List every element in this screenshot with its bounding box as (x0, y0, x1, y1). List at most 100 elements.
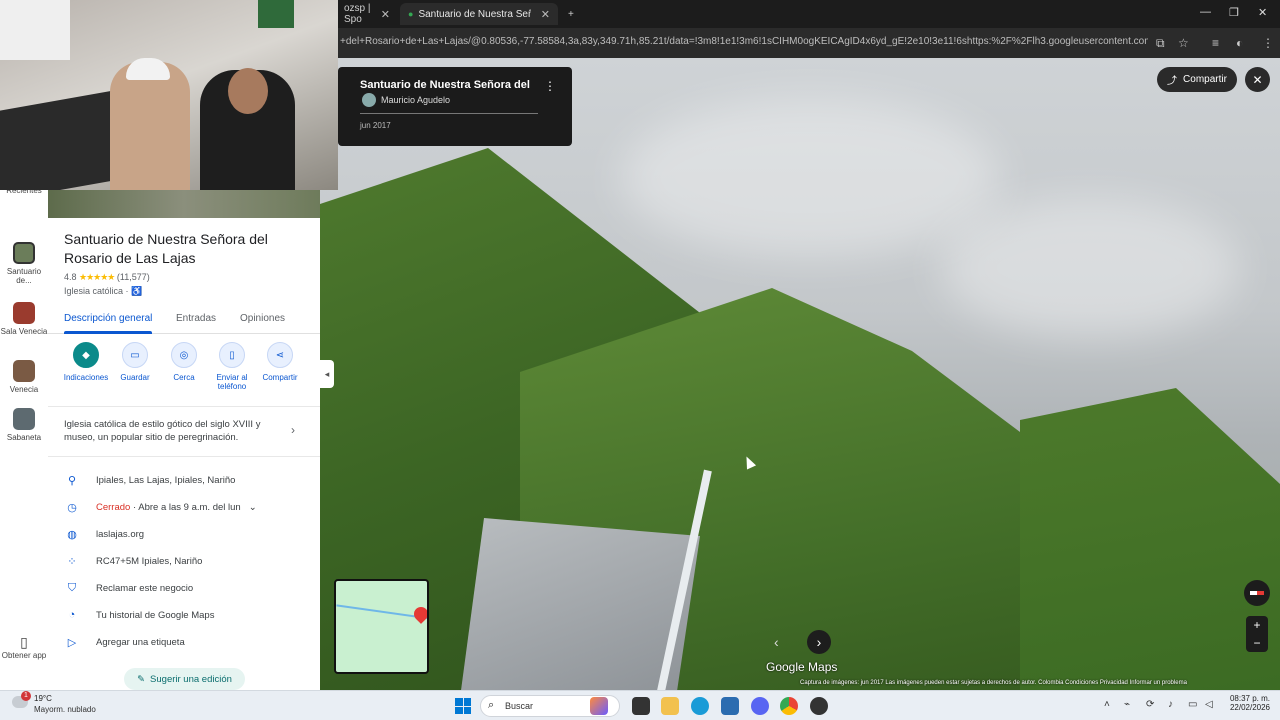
rail-label: Sabaneta (6, 433, 42, 442)
action-label: Enviar al teléfono (216, 373, 248, 391)
rail-item-sala-venecia[interactable]: Sala Venecia (0, 302, 48, 336)
save-button[interactable]: ▭ Guardar (109, 342, 161, 382)
file-explorer-icon[interactable] (661, 697, 679, 715)
place-thumbnail (13, 408, 35, 430)
task-view-icon[interactable] (632, 697, 650, 715)
divider (48, 406, 320, 407)
rail-label: Obtener app (1, 651, 47, 660)
place-description[interactable]: Iglesia católica de estilo gótico del si… (64, 418, 279, 444)
directions-button[interactable]: ◆ Indicaciones (60, 342, 112, 382)
more-menu-icon[interactable]: ⋮ (1262, 36, 1274, 50)
share-place-button[interactable]: ⋖ Compartir (254, 342, 306, 382)
compass-icon[interactable] (1244, 580, 1270, 606)
rail-item-santuario[interactable]: Santuario de... (0, 242, 48, 285)
address-row[interactable]: ⚲ Ipiales, Las Lajas, Ipiales, Nariño (48, 472, 320, 492)
profile-avatar[interactable]: ◐ (1236, 36, 1243, 50)
chevron-right-icon[interactable]: › (291, 423, 295, 437)
zoom-in-button[interactable]: + (1246, 616, 1268, 634)
mini-map[interactable] (334, 579, 429, 674)
discord-icon[interactable] (751, 697, 769, 715)
attribution-text: Captura de imágenes: jun 2017 Las imágen… (800, 680, 1187, 686)
send-to-phone-button[interactable]: ▯ Enviar al teléfono (206, 342, 258, 391)
phone-icon: ▯ (20, 634, 28, 650)
place-thumbnail (13, 360, 35, 382)
address-text: Ipiales, Las Lajas, Ipiales, Nariño (96, 475, 236, 486)
bookmark-star-icon[interactable]: ☆ (1178, 36, 1189, 50)
edge-icon[interactable] (691, 697, 709, 715)
next-arrow-button[interactable]: › (807, 630, 831, 654)
maximize-icon[interactable]: ❐ (1229, 6, 1239, 19)
tab-opiniones[interactable]: Opiniones (240, 313, 285, 324)
rail-label: Santuario de... (6, 267, 42, 285)
window-close-icon[interactable]: ✕ (1258, 6, 1267, 19)
media-control-icon[interactable]: ≡ (1212, 36, 1219, 50)
widgets-app-icon[interactable] (590, 697, 608, 715)
zoom-out-button[interactable]: − (1246, 634, 1268, 652)
rail-item-sabaneta[interactable]: Sabaneta (0, 408, 48, 442)
tab-label: Santuario de Nuestra Señora d (418, 8, 531, 20)
app-icon[interactable] (810, 697, 828, 715)
action-buttons: ◆ Indicaciones ▭ Guardar ◎ Cerca ▯ Envia… (48, 342, 320, 400)
pencil-icon: ✎ (137, 673, 146, 685)
author-name[interactable]: Mauricio Agudelo (381, 95, 450, 105)
minimize-icon[interactable]: — (1200, 6, 1211, 18)
collapse-panel-button[interactable]: ◂ (320, 360, 334, 388)
cloud (620, 98, 1000, 258)
history-text: Tu historial de Google Maps (96, 610, 215, 621)
microphone-icon[interactable]: ♪ (1168, 699, 1173, 710)
store-icon[interactable] (721, 697, 739, 715)
install-app-icon[interactable]: ⧉ (1156, 36, 1165, 51)
suggest-edit-button[interactable]: ✎ Sugerir una edición (124, 668, 245, 690)
website-text: laslajas.org (96, 529, 145, 540)
windows-start-icon[interactable] (455, 698, 471, 714)
share-button[interactable]: ⤴ Compartir (1157, 67, 1237, 92)
claim-text: Reclamar este negocio (96, 583, 194, 594)
volume-icon[interactable]: ◁ (1205, 699, 1213, 710)
add-label-row[interactable]: ▷ Agregar una etiqueta (48, 634, 320, 654)
notification-badge: 1 (21, 691, 31, 701)
webcam-overlay (0, 0, 338, 190)
zoom-control[interactable]: + − (1246, 616, 1268, 652)
rating-row[interactable]: 4.8 ★★★★★ (11,577) (64, 272, 150, 283)
more-options-icon[interactable]: ⋮ (544, 79, 556, 93)
action-label: Cerca (173, 373, 195, 382)
system-clock[interactable]: 08:37 p. m. 22/02/2026 (1224, 694, 1270, 712)
browser-tab[interactable]: ozsp | Spo ✕ (336, 3, 398, 25)
prev-arrow-icon[interactable]: ‹ (774, 634, 779, 650)
hours-text: Cerrado · Abre a las 9 a.m. del lun ⌄ (96, 502, 257, 513)
place-hero-image[interactable] (48, 190, 320, 218)
nearby-button[interactable]: ◎ Cerca (158, 342, 210, 382)
monitor-icon[interactable]: ▭ (1188, 699, 1197, 710)
shield-icon: ⛉ (67, 582, 77, 594)
divider (360, 113, 538, 114)
webcam-desk (0, 89, 120, 190)
plus-code-row[interactable]: ⁘ RC47+5M Ipiales, Nariño (48, 553, 320, 573)
chrome-icon[interactable] (780, 697, 798, 715)
rail-item-venecia[interactable]: Venecia (0, 360, 48, 394)
close-street-view-button[interactable]: ✕ (1245, 67, 1270, 92)
website-row[interactable]: ◍ laslajas.org (48, 526, 320, 546)
street-view-panorama[interactable] (320, 58, 1280, 690)
map-pin-icon (411, 604, 427, 624)
nearby-icon: ◎ (171, 342, 197, 368)
close-tab-icon[interactable]: ✕ (381, 8, 390, 21)
browser-tab-active[interactable]: ● Santuario de Nuestra Señora d ✕ (400, 3, 558, 25)
chevron-up-icon[interactable]: ˄ (1104, 699, 1110, 710)
author-avatar (362, 93, 376, 107)
tab-label: ozsp | Spo (344, 3, 371, 25)
review-count[interactable]: (11,577) (117, 272, 150, 282)
url-field[interactable]: +del+Rosario+de+Las+Lajas/@0.80536,-77.5… (340, 36, 1148, 47)
new-tab-icon[interactable]: + (560, 3, 582, 25)
hours-row[interactable]: ◷ Cerrado · Abre a las 9 a.m. del lun ⌄ (48, 499, 320, 519)
rail-item-obtener-app[interactable]: ▯ Obtener app (0, 634, 48, 660)
close-tab-icon[interactable]: ✕ (541, 8, 550, 21)
claim-business-row[interactable]: ⛉ Reclamar este negocio (48, 580, 320, 600)
tab-entradas[interactable]: Entradas (176, 313, 216, 324)
place-thumbnail (13, 302, 35, 324)
suggest-edit-label: Sugerir una edición (150, 673, 232, 685)
network-icon[interactable]: ⌁ (1124, 699, 1130, 710)
tab-descripcion-general[interactable]: Descripción general (64, 313, 152, 324)
sync-icon[interactable]: ⟳ (1146, 699, 1154, 710)
history-row[interactable]: ◔ Tu historial de Google Maps (48, 607, 320, 627)
chevron-down-icon[interactable]: ⌄ (249, 502, 257, 513)
